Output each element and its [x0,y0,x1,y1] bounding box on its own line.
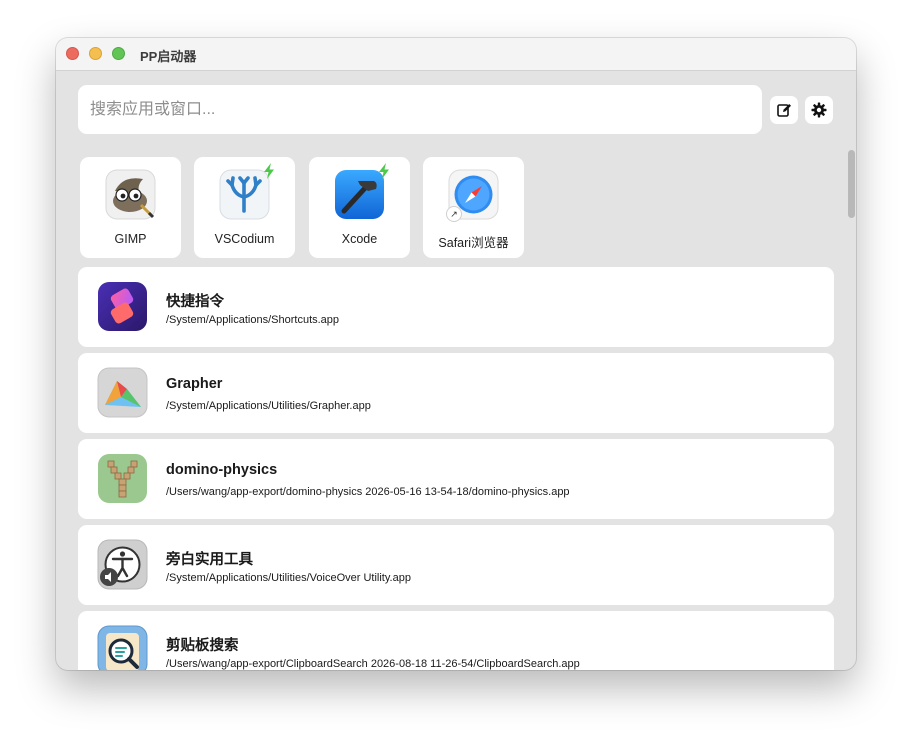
app-name: 旁白实用工具 [166,552,253,568]
favorite-label: Xcode [341,232,378,246]
gear-icon [811,102,827,118]
app-name: domino-physics [166,462,278,478]
app-name: Grapher [166,376,223,392]
alias-arrow-icon: ↗ [446,206,462,222]
title-bar: PP启动器 [56,38,856,71]
list-item-domino-physics[interactable]: domino-physics /Users/wang/app-export/do… [78,439,834,519]
vscodium-icon-wrap [219,163,274,220]
edit-icon [777,104,791,117]
scrollbar-thumb[interactable] [848,150,855,218]
launcher-window: PP启动器 搜索应用或窗口... GIMP VSCodium Xcode ↗ S… [56,38,856,670]
favorite-tile-xcode[interactable]: Xcode [309,157,410,258]
list-item-grapher[interactable]: Grapher /System/Applications/Utilities/G… [78,353,834,433]
app-path: /Users/wang/app-export/ClipboardSearch 2… [166,658,580,670]
favorite-label: Safari浏览器 [438,236,509,250]
clipboard-search-app-icon [97,625,148,670]
minimize-button[interactable] [89,47,102,60]
safari-icon-wrap: ↗ [446,169,499,222]
favorite-tile-vscodium[interactable]: VSCodium [194,157,295,258]
close-button[interactable] [66,47,79,60]
domino-physics-app-icon [98,454,147,503]
voiceover-utility-app-icon [97,539,148,590]
zoom-button[interactable] [112,47,125,60]
app-path: /System/Applications/Utilities/Grapher.a… [166,400,371,412]
list-item-clipboard-search[interactable]: 剪贴板搜索 /Users/wang/app-export/ClipboardSe… [78,611,834,670]
list-item-voiceover-utility[interactable]: 旁白实用工具 /System/Applications/Utilities/Vo… [78,525,834,605]
app-path: /System/Applications/Utilities/VoiceOver… [166,572,411,584]
app-path: /Users/wang/app-export/domino-physics 20… [166,486,570,498]
favorite-tile-gimp[interactable]: GIMP [80,157,181,258]
app-path: /System/Applications/Shortcuts.app [166,314,340,326]
update-badge-icon [379,163,389,179]
app-name: 剪贴板搜索 [166,638,239,654]
window-title: PP启动器 [140,49,197,64]
settings-button[interactable] [805,96,833,124]
shortcuts-app-icon [98,282,147,331]
gimp-app-icon [105,169,156,220]
favorite-tile-safari[interactable]: ↗ Safari浏览器 [423,157,524,258]
xcode-icon-wrap [334,163,389,220]
grapher-app-icon [97,367,148,418]
update-badge-icon [264,163,274,179]
favorite-label: GIMP [114,232,147,246]
list-item-shortcuts[interactable]: 快捷指令 /System/Applications/Shortcuts.app [78,267,834,347]
search-input[interactable] [78,85,762,134]
app-name: 快捷指令 [166,294,224,310]
search-box[interactable] [78,85,762,134]
favorite-label: VSCodium [214,232,275,246]
edit-button[interactable] [770,96,798,124]
